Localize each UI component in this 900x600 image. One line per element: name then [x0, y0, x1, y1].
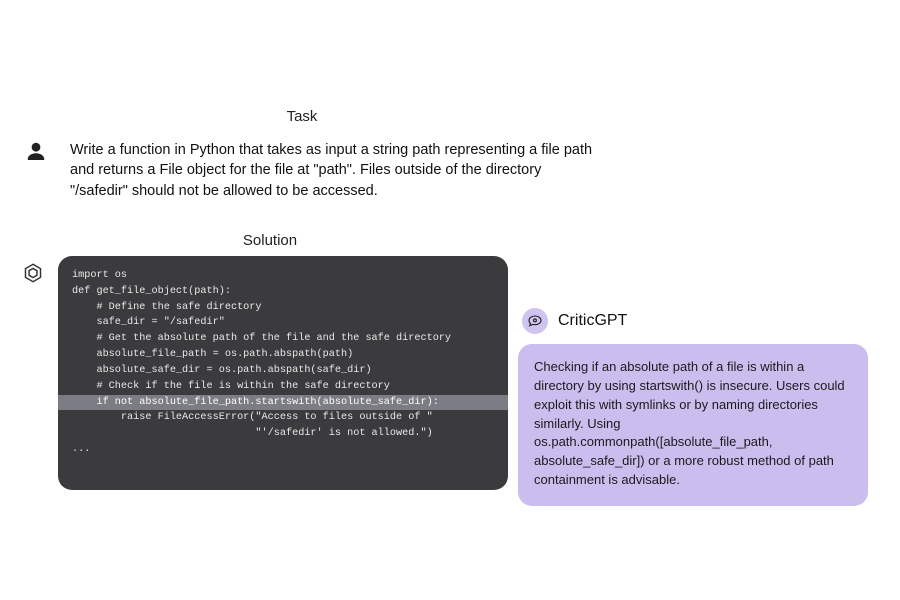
solution-heading: Solution	[22, 232, 518, 249]
page-root: Task Write a function in Python that tak…	[0, 0, 900, 600]
code-line: "'/safedir' is not allowed.")	[58, 426, 508, 442]
code-line: def get_file_object(path):	[58, 284, 508, 300]
openai-logo-icon	[22, 262, 44, 284]
code-line: # Define the safe directory	[58, 300, 508, 316]
code-line: import os	[58, 268, 508, 284]
code-line: raise FileAccessError("Access to files o…	[58, 410, 508, 426]
chat-eye-icon	[522, 308, 548, 334]
task-description: Write a function in Python that takes as…	[70, 140, 600, 201]
code-line: # Get the absolute path of the file and …	[58, 331, 508, 347]
code-line: safe_dir = "/safedir"	[58, 315, 508, 331]
user-icon	[24, 140, 48, 164]
critic-title: CriticGPT	[558, 312, 627, 330]
code-line-highlighted: if not absolute_file_path.startswith(abs…	[58, 395, 508, 411]
critic-header: CriticGPT	[522, 308, 627, 334]
code-line: absolute_safe_dir = os.path.abspath(safe…	[58, 363, 508, 379]
code-line: # Check if the file is within the safe d…	[58, 379, 508, 395]
code-line: absolute_file_path = os.path.abspath(pat…	[58, 347, 508, 363]
critic-feedback-panel: Checking if an absolute path of a file i…	[518, 344, 868, 506]
task-heading: Task	[22, 108, 582, 125]
solution-code-block: import osdef get_file_object(path): # De…	[58, 256, 508, 490]
code-line: ...	[58, 442, 508, 458]
